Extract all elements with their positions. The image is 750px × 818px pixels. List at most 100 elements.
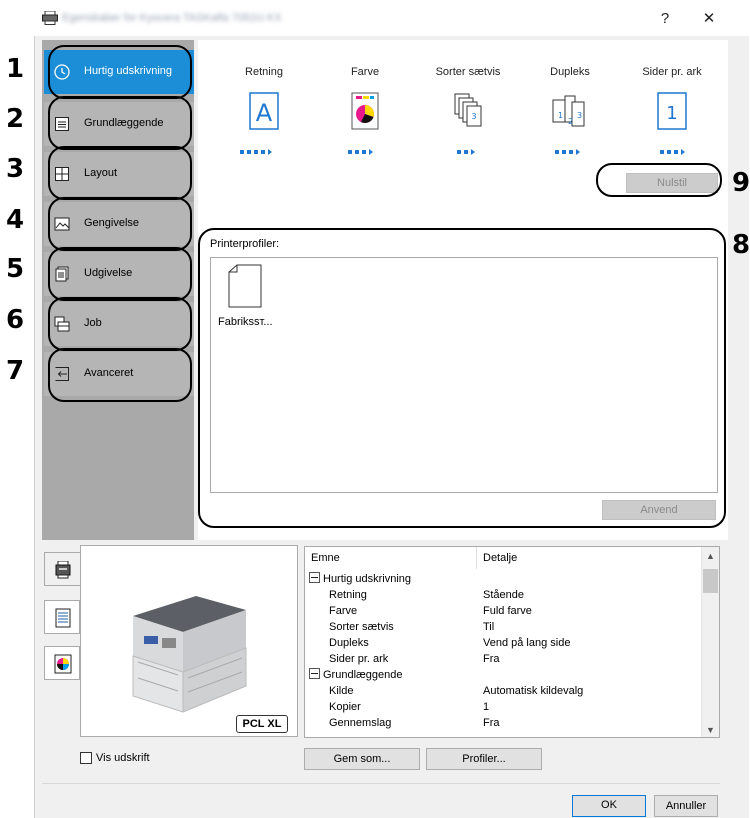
sorter-options-indicator[interactable] — [457, 146, 475, 156]
callout-outline-8 — [198, 228, 726, 528]
document-small-icon — [55, 608, 71, 628]
callout-9: 9 — [732, 168, 750, 198]
summary-row-subject: Farve — [329, 603, 357, 619]
nav-item-hurtig-udskrivning[interactable]: Hurtig udskrivning — [44, 45, 194, 99]
callout-8: 8 — [732, 230, 750, 260]
tab-printer-view[interactable] — [44, 552, 80, 586]
nav-item-grundlaeggende[interactable]: Grundlæggende — [44, 96, 194, 150]
summary-row-subject: Gennemslag — [329, 715, 391, 731]
callout-outline-1 — [48, 45, 192, 99]
column-sorter-saetvis: Sorter sætvis — [435, 66, 501, 78]
svg-text:2: 2 — [568, 117, 573, 126]
scroll-up-icon[interactable]: ▲ — [702, 551, 719, 561]
nav-item-gengivelse[interactable]: Gengivelse — [44, 197, 194, 251]
callout-outline-9 — [596, 163, 722, 197]
pages-per-sheet-icon[interactable]: 1 — [654, 92, 690, 130]
svg-text:1: 1 — [558, 111, 563, 120]
farve-options-indicator[interactable] — [348, 146, 373, 156]
cancel-button[interactable]: Annuller — [654, 795, 718, 817]
collate-icon[interactable]: 3 — [449, 92, 485, 130]
summary-row-subject: Retning — [329, 587, 367, 603]
printer-icon — [42, 10, 58, 25]
show-print-checkbox[interactable] — [80, 752, 92, 764]
summary-subject-text: Sorter sætvis — [329, 621, 394, 633]
ok-button[interactable]: OK — [572, 795, 646, 817]
pcl-xl-badge: PCL XL — [236, 715, 288, 733]
callout-outline-3 — [48, 146, 192, 200]
summary-row-subject: Kilde — [329, 683, 353, 699]
summary-row-subject: Kopier — [329, 699, 361, 715]
summary-row-subject: Sorter sætvis — [329, 619, 394, 635]
summary-row-subject: Sider pr. ark — [329, 651, 388, 667]
tab-document-view[interactable] — [44, 600, 80, 634]
summary-subject-text: Kilde — [329, 685, 354, 697]
callout-outline-6 — [48, 297, 192, 351]
summary-row-detail: Fra — [483, 717, 500, 729]
orientation-letter: A — [256, 99, 273, 127]
column-header-detail[interactable]: Detalje — [477, 547, 703, 569]
printer-image — [118, 588, 248, 716]
save-as-button[interactable]: Gem som... — [304, 748, 420, 770]
profiles-button[interactable]: Profiler... — [426, 748, 542, 770]
column-sider-pr-ark: Sider pr. ark — [642, 66, 702, 78]
color-icon[interactable] — [347, 92, 383, 130]
column-farve: Farve — [350, 66, 380, 78]
tab-color-view[interactable] — [44, 646, 80, 680]
nav-item-avanceret[interactable]: Avanceret — [44, 348, 194, 402]
dupleks-options-indicator[interactable] — [555, 146, 580, 156]
nav-item-job[interactable]: Job — [44, 297, 194, 351]
summary-subject-text: Farve — [329, 605, 358, 617]
window-title: Egenskaber for Kyocera TASKalfa 7052ci K… — [62, 12, 282, 24]
column-dupleks: Dupleks — [550, 66, 590, 78]
summary-group-row[interactable]: Hurtig udskrivning — [309, 571, 411, 587]
scroll-thumb[interactable] — [703, 569, 718, 593]
printer-small-icon — [55, 561, 71, 579]
svg-text:3: 3 — [577, 111, 582, 120]
summary-subject-text: Retning — [329, 589, 367, 601]
pages-per-sheet-number: 1 — [666, 103, 677, 124]
help-button[interactable]: ? — [654, 8, 676, 30]
summary-subject-text: Gennemslag — [329, 717, 392, 729]
summary-row-detail: Til — [483, 621, 495, 633]
scroll-down-icon[interactable]: ▼ — [702, 725, 719, 735]
retning-options-indicator[interactable] — [240, 146, 272, 156]
summary-subject-text: Sider pr. ark — [329, 653, 389, 665]
callout-outline-2 — [48, 96, 192, 150]
summary-row-detail: Vend på lang side — [483, 637, 571, 649]
summary-subject-text: Grundlæggende — [323, 669, 403, 681]
callout-outline-4 — [48, 197, 192, 251]
collapse-icon[interactable] — [309, 572, 320, 583]
nav-item-layout[interactable]: Layout — [44, 146, 194, 200]
summary-group-row[interactable]: Grundlæggende — [309, 667, 403, 683]
callout-outline-7 — [48, 348, 192, 402]
callout-2: 2 — [6, 104, 25, 134]
summary-row-detail: Fuld farve — [483, 605, 532, 617]
callout-4: 4 — [6, 205, 25, 235]
color-small-icon — [54, 654, 72, 674]
summary-subject-text: Hurtig udskrivning — [323, 573, 412, 585]
summary-row-detail: Stående — [483, 589, 524, 601]
orientation-icon[interactable]: A — [246, 92, 282, 130]
column-header-subject[interactable]: Emne — [305, 547, 477, 569]
callout-5: 5 — [6, 254, 25, 284]
summary-row-subject: Dupleks — [329, 635, 369, 651]
collapse-icon[interactable] — [309, 668, 320, 679]
callout-6: 6 — [6, 305, 25, 335]
summary-row-detail: Automatisk kildevalg — [483, 685, 584, 697]
duplex-icon[interactable]: 123 — [550, 92, 586, 130]
footer-separator — [42, 783, 720, 784]
close-button[interactable]: ✕ — [698, 8, 720, 30]
callout-7: 7 — [6, 356, 25, 386]
svg-text:3: 3 — [471, 112, 476, 121]
callout-3: 3 — [6, 154, 25, 184]
callout-outline-5 — [48, 247, 192, 301]
summary-subject-text: Kopier — [329, 701, 361, 713]
nav-item-udgivelse[interactable]: Udgivelse — [44, 247, 194, 301]
settings-summary-table[interactable]: Emne Detalje Hurtig udskrivning Retning St… — [304, 546, 720, 738]
summary-row-detail: 1 — [483, 701, 490, 713]
sider-options-indicator[interactable] — [660, 146, 685, 156]
summary-subject-text: Dupleks — [329, 637, 369, 649]
show-print-label: Vis udskrift — [96, 752, 150, 764]
callout-1: 1 — [6, 54, 25, 84]
summary-scrollbar[interactable]: ▲ ▼ — [701, 547, 719, 737]
